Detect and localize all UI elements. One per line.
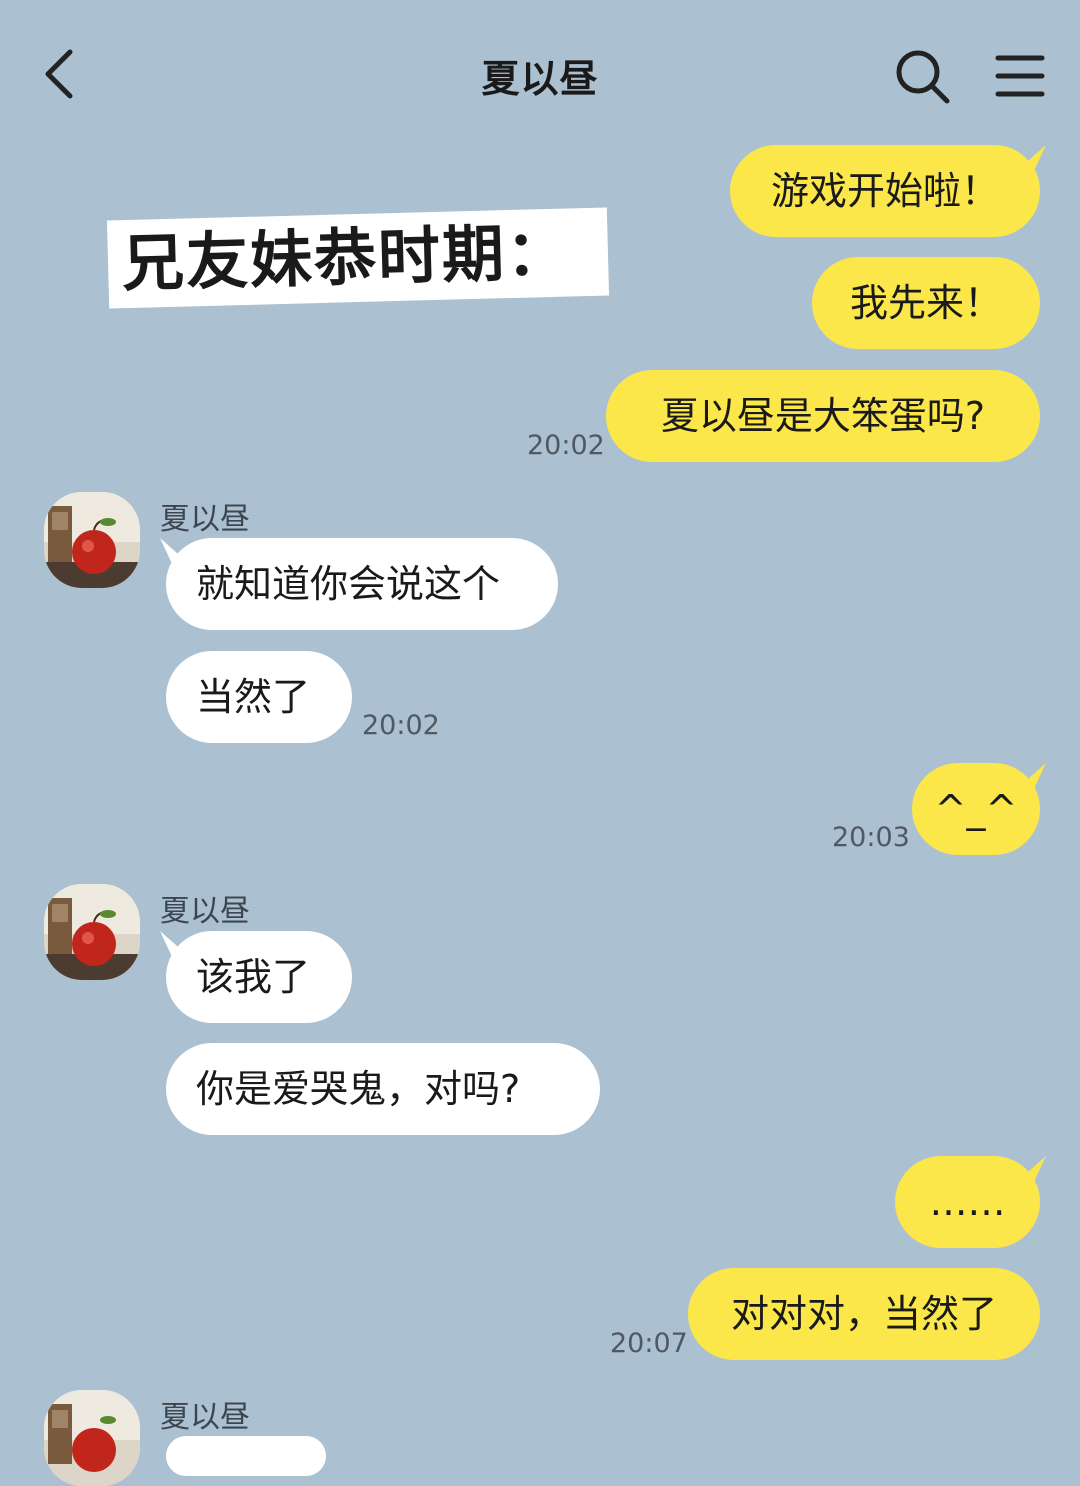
avatar[interactable]: [44, 1390, 140, 1486]
apple-avatar-icon: [44, 1390, 140, 1486]
search-button[interactable]: [892, 46, 952, 106]
search-icon: [896, 50, 950, 104]
message-text: 夏以昼是大笨蛋吗?: [660, 394, 986, 438]
message-timestamp: 20:03: [832, 822, 910, 853]
my-message-bubble[interactable]: 我先来！: [812, 257, 1040, 349]
message-text: 对对对，当然了: [730, 1292, 997, 1336]
message-text: 你是爱哭鬼，对吗?: [196, 1067, 521, 1111]
their-message-bubble[interactable]: 就知道你会说这个: [166, 538, 558, 630]
bubble-tail: [160, 538, 194, 568]
message-timestamp: 20:02: [362, 710, 440, 741]
chat-header: 夏以昼: [0, 0, 1080, 150]
sender-name: 夏以昼: [160, 894, 250, 929]
menu-button[interactable]: [992, 50, 1048, 102]
message-text: 我先来！: [849, 281, 1002, 325]
hamburger-menu-icon: [995, 55, 1045, 97]
their-message-bubble[interactable]: [166, 1436, 326, 1476]
message-text: 就知道你会说这个: [196, 562, 501, 606]
overlay-caption: 兄友妹恭时期：: [106, 207, 610, 309]
message-text: ……: [929, 1180, 1006, 1224]
their-message-bubble[interactable]: 当然了: [166, 651, 352, 743]
bubble-tail: [1012, 763, 1046, 793]
my-message-bubble[interactable]: 对对对，当然了: [688, 1268, 1040, 1360]
message-text: 游戏开始啦！: [770, 169, 999, 213]
message-timestamp: 20:07: [610, 1328, 688, 1359]
bubble-tail: [160, 931, 194, 961]
sender-name: 夏以昼: [160, 1400, 250, 1435]
avatar[interactable]: [44, 492, 140, 588]
avatar[interactable]: [44, 884, 140, 980]
sender-name: 夏以昼: [160, 502, 250, 537]
message-text: 当然了: [196, 675, 311, 719]
message-timestamp: 20:02: [527, 430, 605, 461]
bubble-tail: [1012, 1156, 1046, 1186]
bubble-tail: [1012, 145, 1046, 175]
their-message-bubble[interactable]: 你是爱哭鬼，对吗?: [166, 1043, 600, 1135]
message-text: 该我了: [196, 955, 311, 999]
my-message-bubble[interactable]: 夏以昼是大笨蛋吗?: [606, 370, 1040, 462]
apple-avatar-icon: [44, 492, 140, 588]
apple-avatar-icon: [44, 884, 140, 980]
message-text: ^_^: [934, 787, 1018, 831]
my-message-bubble[interactable]: 游戏开始啦！: [730, 145, 1040, 237]
